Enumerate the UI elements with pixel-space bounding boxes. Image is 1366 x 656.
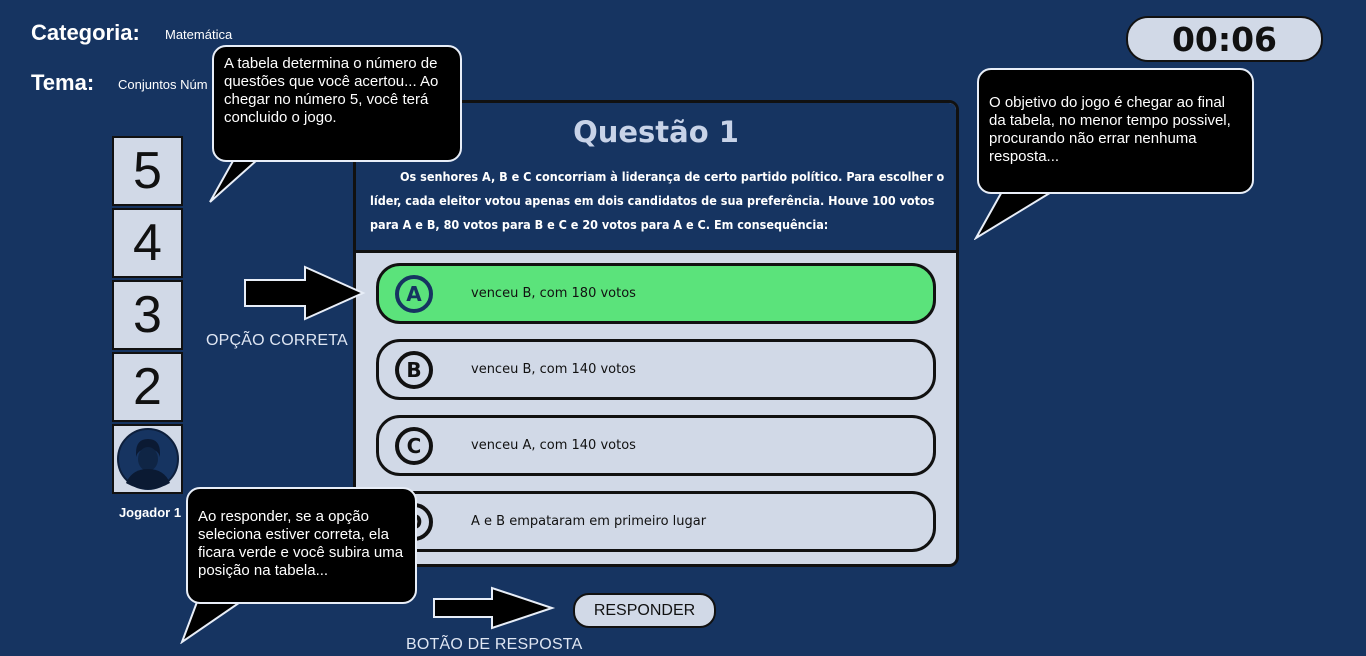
answer-tip-bubble: Ao responder, se a opção seleciona estiv… (186, 487, 417, 604)
category-value: Matemática (165, 27, 233, 42)
respond-arrow-icon (433, 586, 556, 630)
option-d[interactable]: D A e B empataram em primeiro lugar (376, 491, 936, 552)
question-text: Os senhores A, B e C concorriam à lidera… (370, 169, 945, 232)
rank-level-2: 2 (112, 352, 183, 422)
player-avatar (112, 424, 183, 494)
correct-option-label: OPÇÃO CORRETA (206, 332, 348, 349)
option-text-d: A e B empataram em primeiro lugar (471, 514, 707, 529)
option-text-b: venceu B, com 140 votos (471, 362, 636, 377)
objective-tip-bubble: O objetivo do jogo é chegar ao final da … (977, 68, 1254, 194)
option-c[interactable]: C venceu A, com 140 votos (376, 415, 936, 476)
player-name: Jogador 1 (118, 505, 182, 520)
timer: 00:06 (1126, 16, 1323, 62)
option-letter-a: A (395, 274, 433, 313)
correct-option-arrow-icon (244, 265, 366, 321)
answer-button-label: BOTÃO DE RESPOSTA (406, 636, 583, 653)
table-tip-bubble: A tabela determina o número de questões … (212, 45, 462, 162)
option-letter-b: B (395, 350, 433, 389)
category-label: Categoria: (31, 20, 140, 45)
avatar-icon (116, 428, 179, 490)
option-text-a: venceu B, com 180 votos (471, 286, 636, 301)
question-card: Questão 1 Os senhores A, B e C concorria… (353, 100, 959, 567)
rank-level-4: 4 (112, 208, 183, 278)
theme-label: Tema: (31, 70, 95, 95)
rank-level-3: 3 (112, 280, 183, 350)
theme-value: Conjuntos Núm (118, 77, 208, 92)
option-text-c: venceu A, com 140 votos (471, 438, 636, 453)
option-a[interactable]: A venceu B, com 180 votos (376, 263, 936, 324)
rank-level-5: 5 (112, 136, 183, 206)
option-letter-c: C (395, 426, 433, 465)
respond-button[interactable]: RESPONDER (573, 593, 716, 628)
option-b[interactable]: B venceu B, com 140 votos (376, 339, 936, 400)
objective-tip-tail (974, 187, 1062, 240)
